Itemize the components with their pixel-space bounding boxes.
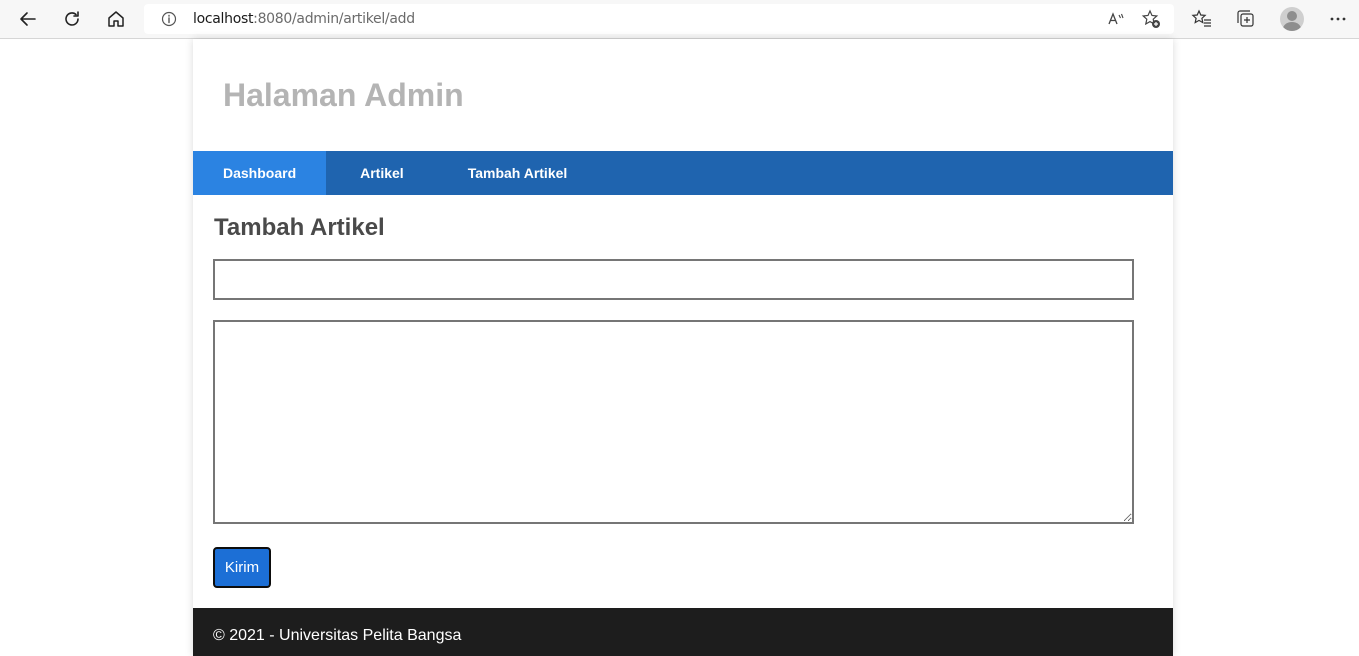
url-path: :8080/admin/artikel/add	[253, 11, 415, 27]
favorites-icon[interactable]	[1191, 8, 1213, 30]
collections-icon[interactable]	[1235, 8, 1257, 30]
profile-avatar[interactable]	[1280, 7, 1304, 31]
back-button[interactable]	[13, 4, 43, 34]
add-favorite-icon[interactable]	[1141, 9, 1161, 29]
back-arrow-icon	[20, 12, 36, 26]
page-container: Halaman Admin Dashboard Artikel Tambah A…	[193, 39, 1173, 656]
submit-button[interactable]: Kirim	[213, 547, 271, 588]
body-textarea[interactable]	[213, 320, 1134, 524]
site-header: Halaman Admin	[193, 39, 1173, 151]
main-nav: Dashboard Artikel Tambah Artikel	[193, 151, 1173, 195]
title-input[interactable]	[213, 259, 1134, 300]
refresh-icon	[65, 11, 79, 26]
info-icon[interactable]	[161, 11, 177, 27]
home-button[interactable]	[101, 4, 131, 34]
refresh-button[interactable]	[57, 4, 87, 34]
nav-artikel[interactable]: Artikel	[326, 151, 438, 195]
read-aloud-icon[interactable]	[1106, 9, 1126, 29]
nav-tambah-artikel[interactable]: Tambah Artikel	[438, 151, 598, 195]
address-bar[interactable]: localhost:8080/admin/artikel/add	[144, 4, 1174, 34]
main-content: Tambah Artikel Kirim	[193, 195, 1173, 588]
nav-dashboard[interactable]: Dashboard	[193, 151, 327, 195]
page-heading: Tambah Artikel	[214, 214, 385, 241]
more-options-icon[interactable]	[1327, 8, 1349, 30]
home-icon	[108, 11, 124, 27]
url-text: localhost:8080/admin/artikel/add	[193, 11, 415, 27]
browser-toolbar: localhost:8080/admin/artikel/add	[0, 0, 1359, 39]
site-title: Halaman Admin	[223, 77, 464, 113]
url-host: localhost	[193, 11, 254, 27]
footer-text: © 2021 - Universitas Pelita Bangsa	[213, 627, 462, 644]
site-footer: © 2021 - Universitas Pelita Bangsa	[193, 608, 1173, 656]
